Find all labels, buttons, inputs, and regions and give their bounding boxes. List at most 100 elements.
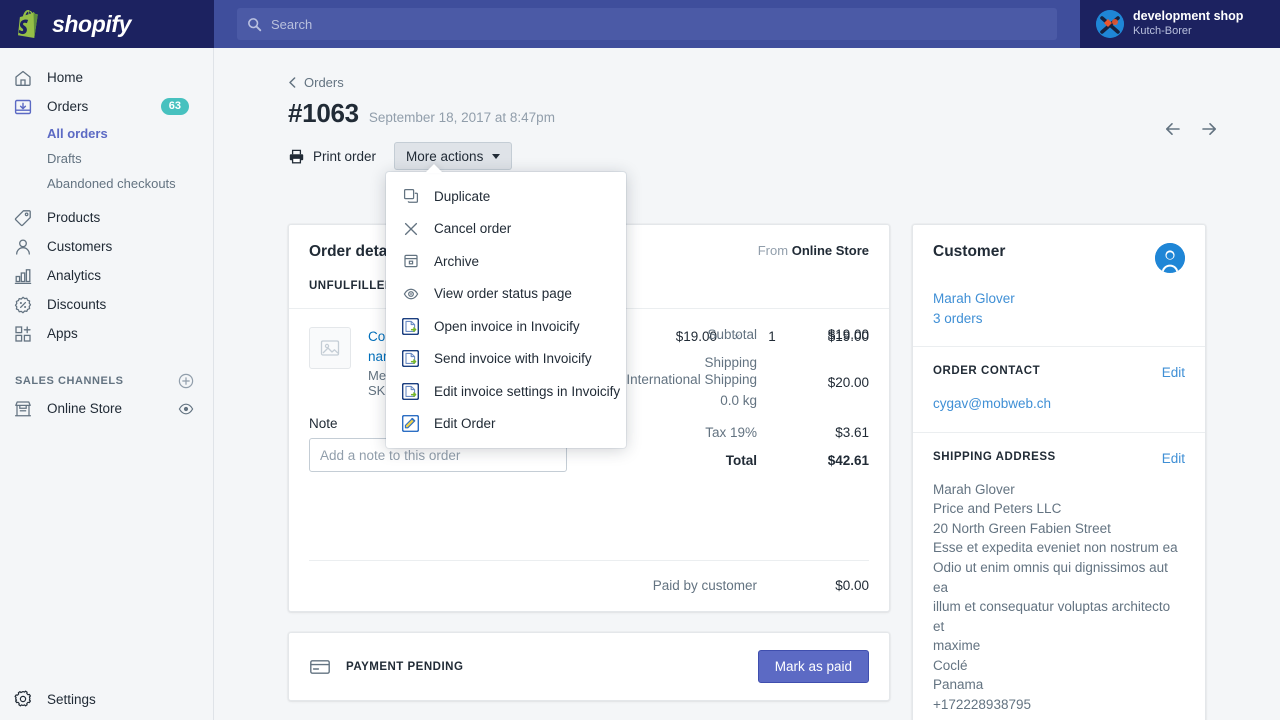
shop-avatar	[1096, 10, 1124, 38]
sidebar-item-settings[interactable]: Settings	[0, 684, 213, 714]
breadcrumb-label: Orders	[304, 75, 344, 90]
customers-person-icon	[13, 237, 33, 257]
totals-label: Total	[726, 453, 757, 468]
totals-label: Tax 19%	[705, 425, 757, 440]
address-line: Panama	[933, 675, 1185, 695]
menu-item-duplicate[interactable]: Duplicate	[386, 180, 626, 213]
menu-item-edit-invoice-settings-in-invoicify[interactable]: Edit invoice settings in Invoicify	[386, 375, 626, 408]
search-input[interactable]	[271, 17, 1047, 32]
address-line: Coclé	[933, 656, 1185, 676]
menu-item-archive[interactable]: Archive	[386, 245, 626, 278]
paid-by-customer-label: Paid by customer	[653, 578, 757, 593]
sidebar-item-orders[interactable]: Orders 63	[0, 92, 213, 121]
sidebar-item-label: Orders	[47, 99, 88, 114]
gear-icon	[13, 689, 33, 709]
plus-circle-icon[interactable]	[178, 373, 194, 389]
order-source-name: Online Store	[792, 243, 869, 258]
sidebar-item-home[interactable]: Home	[0, 63, 213, 92]
eye-icon	[402, 285, 419, 302]
shop-account-menu[interactable]: development shop Kutch-Borer	[1080, 0, 1280, 48]
eye-icon[interactable]	[178, 401, 194, 417]
sidebar-item-customers[interactable]: Customers	[0, 232, 213, 261]
totals-label: Subtotal	[707, 327, 757, 342]
menu-item-send-invoice-with-invoicify[interactable]: Send invoice with Invoicify	[386, 343, 626, 376]
sidebar-item-apps[interactable]: Apps	[0, 319, 213, 348]
image-placeholder-icon	[319, 337, 341, 359]
customer-avatar-icon	[1155, 243, 1185, 273]
global-search[interactable]	[237, 8, 1057, 40]
orders-count-badge: 63	[161, 98, 189, 115]
totals-row-total: Total $42.61	[579, 453, 869, 468]
breadcrumb[interactable]: Orders	[288, 75, 344, 90]
order-contact-title: ORDER CONTACT	[933, 365, 1040, 377]
products-tag-icon	[13, 208, 33, 228]
archive-box-icon	[402, 253, 419, 270]
print-order-button[interactable]: Print order	[288, 148, 376, 165]
payment-status-bar: PAYMENT PENDING Mark as paid	[289, 633, 889, 700]
page-title: #1063	[288, 98, 359, 129]
shipping-address-section: SHIPPING ADDRESS Edit Marah Glover Price…	[913, 433, 1205, 720]
payment-status-text: PAYMENT PENDING	[346, 661, 463, 673]
paid-by-customer-row: Paid by customer $0.00	[289, 561, 889, 611]
sidebar-item-label: Products	[47, 210, 100, 225]
customer-card-title: Customer	[933, 243, 1005, 261]
mark-as-paid-button[interactable]: Mark as paid	[758, 650, 869, 683]
menu-item-view-order-status-page[interactable]: View order status page	[386, 278, 626, 311]
customer-orders-count-link[interactable]: 3 orders	[933, 309, 1185, 329]
order-source-prefix: From	[758, 243, 788, 258]
arrow-right-icon[interactable]	[1198, 118, 1220, 140]
more-actions-label: More actions	[406, 149, 483, 164]
edit-order-contact-link[interactable]: Edit	[1162, 365, 1185, 380]
address-line: 20 North Green Fabien Street	[933, 519, 1185, 539]
sidebar-subitem-label: Abandoned checkouts	[47, 176, 176, 191]
order-date: September 18, 2017 at 8:47pm	[369, 110, 555, 125]
edit-order-pencil-icon	[402, 415, 419, 432]
sidebar-item-products[interactable]: Products	[0, 203, 213, 232]
more-actions-button[interactable]: More actions	[394, 142, 512, 170]
sidebar-subitem-label: All orders	[47, 126, 108, 141]
sidebar-item-label: Online Store	[47, 401, 122, 416]
dropdown-caret	[425, 164, 443, 173]
close-x-icon	[402, 220, 419, 237]
arrow-left-icon[interactable]	[1162, 118, 1184, 140]
sidebar-item-label: Home	[47, 70, 83, 85]
customer-name-link[interactable]: Marah Glover	[933, 289, 1185, 309]
invoicify-document-icon	[402, 318, 419, 335]
address-line: maxime	[933, 636, 1185, 656]
menu-item-open-invoice-in-invoicify[interactable]: Open invoice in Invoicify	[386, 310, 626, 343]
printer-icon	[288, 148, 305, 165]
sidebar-item-abandoned-checkouts[interactable]: Abandoned checkouts	[0, 171, 213, 196]
edit-shipping-address-link[interactable]: Edit	[1162, 451, 1185, 466]
right-column: Customer Marah Glover	[912, 224, 1206, 720]
pagination-arrows	[1162, 118, 1220, 140]
menu-item-label: View order status page	[434, 286, 572, 301]
sidebar-item-label: Discounts	[47, 297, 106, 312]
sidebar-item-online-store[interactable]: Online Store	[0, 394, 213, 423]
invoicify-document-icon	[402, 383, 419, 400]
apps-grid-icon	[13, 324, 33, 344]
sidebar: Home Orders 63 All orders Drafts Abandon…	[0, 48, 214, 720]
sidebar-item-all-orders[interactable]: All orders	[0, 121, 213, 146]
totals-value: $3.61	[787, 425, 869, 440]
sidebar-item-label: Settings	[47, 692, 96, 707]
sidebar-item-drafts[interactable]: Drafts	[0, 146, 213, 171]
menu-item-cancel-order[interactable]: Cancel order	[386, 213, 626, 246]
shop-subtitle: Kutch-Borer	[1133, 25, 1243, 39]
sidebar-item-discounts[interactable]: Discounts	[0, 290, 213, 319]
more-actions-dropdown: Duplicate Cancel order Archive	[386, 172, 626, 448]
order-source: From Online Store	[758, 243, 869, 258]
order-contact-email[interactable]: cygav@mobweb.ch	[933, 394, 1185, 414]
sales-channels-header: SALES CHANNELS	[0, 368, 213, 394]
discounts-percent-icon	[13, 295, 33, 315]
sidebar-item-analytics[interactable]: Analytics	[0, 261, 213, 290]
duplicate-icon	[402, 188, 419, 205]
menu-item-edit-order[interactable]: Edit Order	[386, 408, 626, 441]
sales-channels-title: SALES CHANNELS	[15, 375, 124, 387]
storefront-icon	[13, 399, 33, 419]
chevron-left-icon	[288, 77, 297, 88]
address-line: Esse et expedita eveniet non nostrum ea	[933, 538, 1185, 558]
orders-inbox-icon	[13, 97, 33, 117]
shopify-logo[interactable]: shopify	[0, 0, 214, 48]
invoicify-document-icon	[402, 350, 419, 367]
search-icon	[247, 17, 262, 32]
